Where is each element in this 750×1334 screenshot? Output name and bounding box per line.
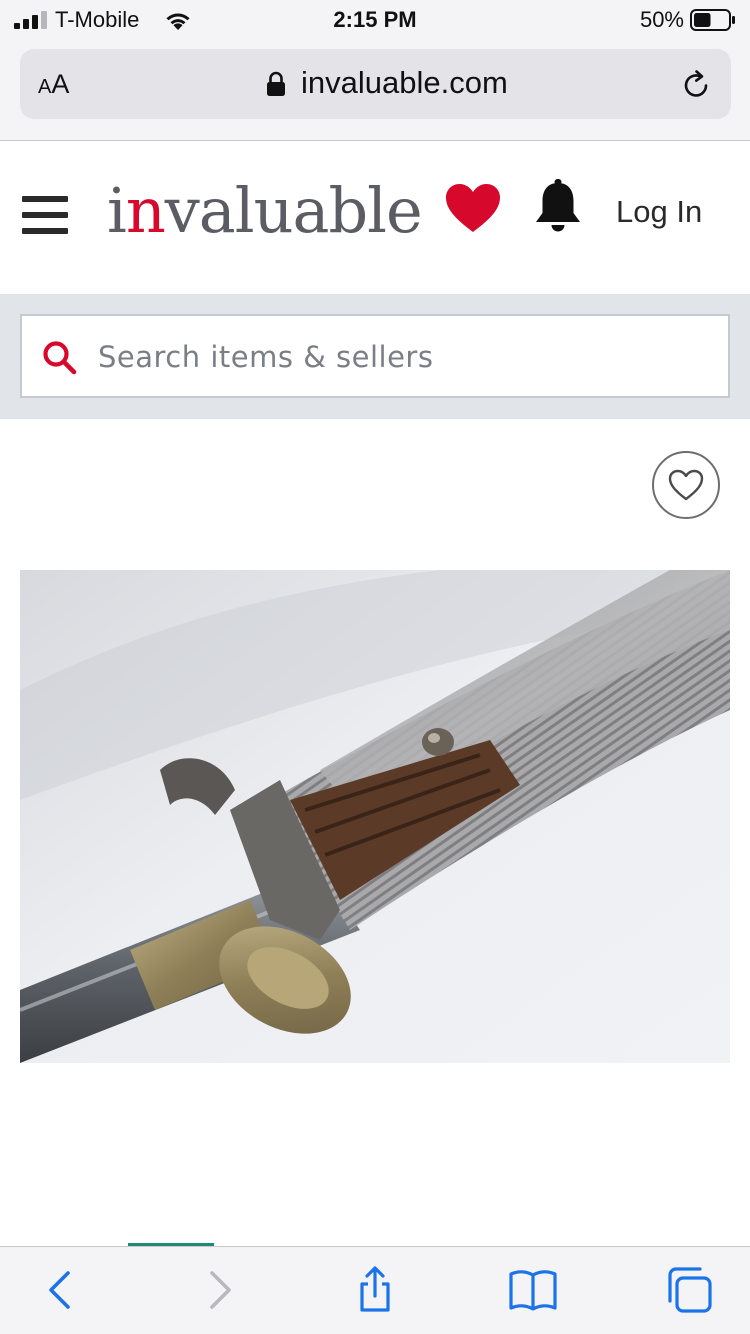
share-button[interactable] xyxy=(350,1265,400,1315)
reload-icon[interactable] xyxy=(679,68,713,102)
watch-lot-button[interactable] xyxy=(652,451,720,519)
search-input[interactable] xyxy=(98,332,698,382)
battery-icon xyxy=(690,9,735,31)
logo-rest: valuable xyxy=(164,174,423,247)
site-header: invaluable Log In xyxy=(0,142,750,294)
logo-letter-n: n xyxy=(125,174,166,247)
share-icon xyxy=(360,1266,390,1312)
tabs-icon xyxy=(668,1267,712,1313)
search-band xyxy=(0,294,750,419)
logo-letter-i: i xyxy=(107,174,127,247)
text-size-button[interactable]: AA xyxy=(38,69,82,103)
bookmarks-button[interactable] xyxy=(508,1265,558,1315)
hamburger-icon[interactable] xyxy=(22,196,68,236)
chevron-left-icon xyxy=(49,1271,70,1309)
heart-outline-icon xyxy=(668,469,704,501)
search-box[interactable] xyxy=(20,314,730,398)
lot-image[interactable] xyxy=(20,570,730,1063)
book-icon xyxy=(509,1270,557,1311)
battery-percent: 50% xyxy=(639,7,684,32)
browser-toolbar xyxy=(0,1246,750,1334)
back-button[interactable] xyxy=(36,1265,86,1315)
text-size-small-a: A xyxy=(38,76,52,98)
lock-icon xyxy=(267,71,285,96)
text-size-large-a: A xyxy=(51,69,70,99)
forward-button[interactable] xyxy=(194,1265,244,1315)
sword-hilt-photo xyxy=(20,570,730,1063)
status-bar: T-Mobile 2:15 PM 50% xyxy=(0,0,750,40)
chevron-right-icon xyxy=(210,1271,231,1309)
heart-icon[interactable] xyxy=(444,182,502,234)
url-text[interactable]: invaluable.com xyxy=(301,65,508,101)
tabs-button[interactable] xyxy=(664,1265,714,1315)
login-link[interactable]: Log In xyxy=(616,194,702,230)
address-bar[interactable]: AA invaluable.com xyxy=(20,49,731,119)
clock: 2:15 PM xyxy=(333,7,417,32)
invaluable-logo[interactable]: invaluable xyxy=(107,174,423,247)
bell-icon[interactable] xyxy=(532,178,584,236)
search-icon[interactable] xyxy=(42,340,78,376)
browser-top-bar: AA invaluable.com xyxy=(0,40,750,141)
